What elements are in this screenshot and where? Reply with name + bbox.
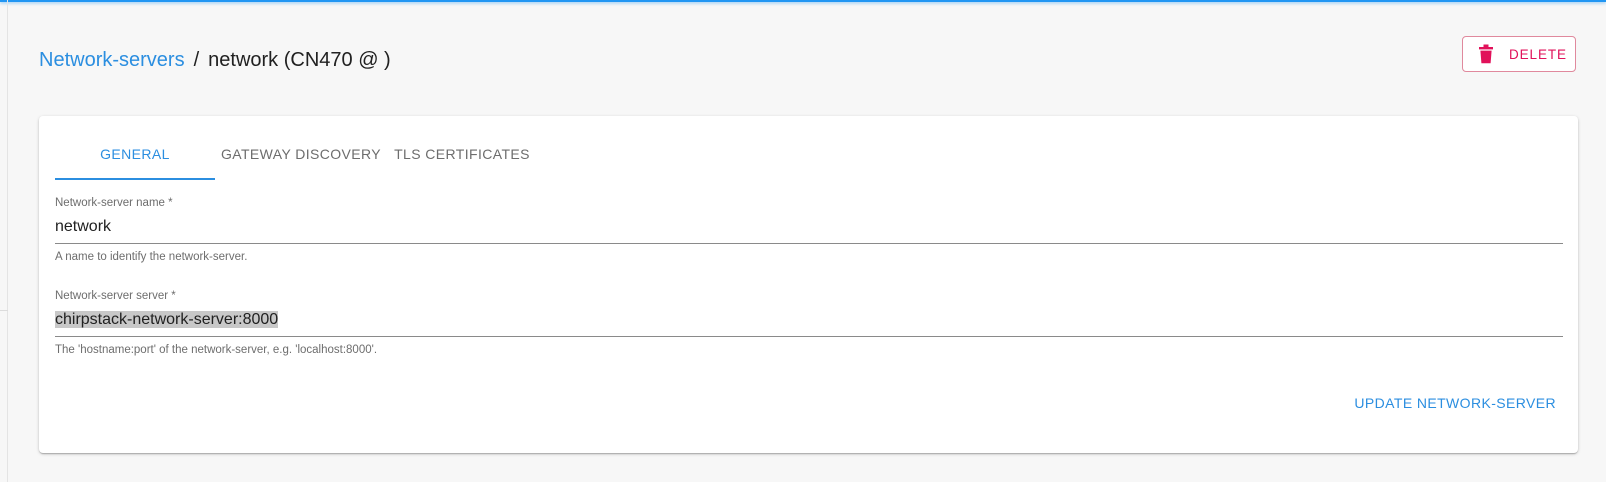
breadcrumb-network-servers-link[interactable]: Network-servers xyxy=(39,49,185,71)
network-server-form-card: GENERAL GATEWAY DISCOVERY TLS CERTIFICAT… xyxy=(39,116,1578,453)
sidebar-divider xyxy=(0,310,8,311)
tab-tls-certificates[interactable]: TLS CERTIFICATES xyxy=(387,130,537,178)
page-title: network (CN470 @ ) xyxy=(208,49,391,71)
network-server-server-input[interactable]: chirpstack-network-server:8000 xyxy=(55,310,1563,337)
update-network-server-button[interactable]: UPDATE NETWORK-SERVER xyxy=(1354,391,1556,415)
delete-button-label: DELETE xyxy=(1509,46,1567,62)
breadcrumb: Network-servers / network (CN470 @ ) xyxy=(39,46,391,74)
top-accent-bar xyxy=(0,0,1606,2)
network-server-name-label: Network-server name * xyxy=(55,197,173,209)
network-server-server-help: The 'hostname:port' of the network-serve… xyxy=(55,344,378,356)
network-server-name-help: A name to identify the network-server. xyxy=(55,251,248,263)
tab-general[interactable]: GENERAL xyxy=(55,130,215,180)
sidebar-edge xyxy=(7,0,8,482)
trash-icon xyxy=(1477,44,1495,64)
network-server-server-field: Network-server server * chirpstack-netwo… xyxy=(55,289,1563,357)
network-server-name-input[interactable]: network xyxy=(55,217,1563,244)
breadcrumb-separator: / xyxy=(193,49,200,71)
tab-gateway-discovery[interactable]: GATEWAY DISCOVERY xyxy=(215,130,387,178)
selected-text: chirpstack-network-server:8000 xyxy=(55,311,279,328)
tab-bar: GENERAL GATEWAY DISCOVERY TLS CERTIFICAT… xyxy=(55,130,537,180)
delete-button[interactable]: DELETE xyxy=(1462,36,1576,72)
network-server-server-label: Network-server server * xyxy=(55,290,176,302)
network-server-name-field: Network-server name * network A name to … xyxy=(55,196,1563,264)
